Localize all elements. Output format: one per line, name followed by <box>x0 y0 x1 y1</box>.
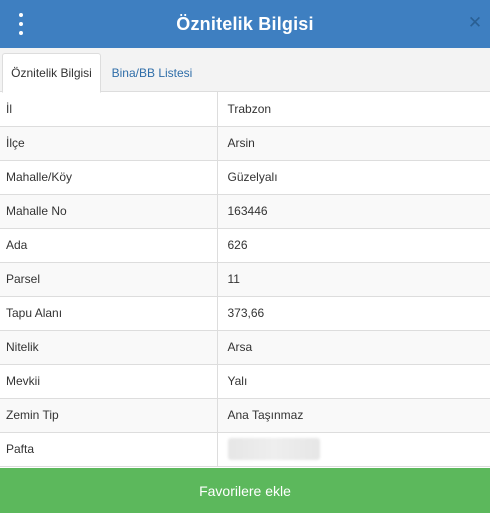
row-label: İl <box>0 92 218 127</box>
table-row: İl Trabzon <box>0 92 490 127</box>
table-row: Mahalle No 163446 <box>0 194 490 229</box>
tab-oznitelik-bilgisi[interactable]: Öznitelik Bilgisi <box>2 53 101 93</box>
tab-bina-bb-listesi[interactable]: Bina/BB Listesi <box>102 53 202 93</box>
row-value: Trabzon <box>217 92 490 127</box>
row-value-redacted <box>217 432 490 467</box>
table-row: Mahalle/Köy Güzelyalı <box>0 160 490 195</box>
close-icon[interactable]: ✕ <box>466 14 484 32</box>
row-value: Ana Taşınmaz <box>217 398 490 433</box>
table-row: Pafta <box>0 432 490 467</box>
row-label: İlçe <box>0 126 218 161</box>
menu-dot <box>19 13 23 17</box>
kebab-menu-icon[interactable] <box>14 13 28 35</box>
row-value: Arsin <box>217 126 490 161</box>
table-row: Parsel 11 <box>0 262 490 297</box>
dialog-title: Öznitelik Bilgisi <box>176 13 314 34</box>
row-value: 11 <box>217 262 490 297</box>
row-value: Güzelyalı <box>217 160 490 195</box>
attribute-table: İl Trabzon İlçe Arsin Mahalle/Köy Güzely… <box>0 92 490 467</box>
table-row: İlçe Arsin <box>0 126 490 161</box>
table-row: Mevkii Yalı <box>0 364 490 399</box>
add-favorites-button[interactable]: Favorilere ekle <box>0 468 490 513</box>
row-label: Mevkii <box>0 364 218 399</box>
row-value: 373,66 <box>217 296 490 331</box>
table-row: Nitelik Arsa <box>0 330 490 365</box>
menu-dot <box>19 31 23 35</box>
row-label: Zemin Tip <box>0 398 218 433</box>
table-row: Tapu Alanı 373,66 <box>0 296 490 331</box>
row-label: Parsel <box>0 262 218 297</box>
dialog-header: Öznitelik Bilgisi ✕ <box>0 0 490 48</box>
row-value: Yalı <box>217 364 490 399</box>
row-label: Mahalle/Köy <box>0 160 218 195</box>
menu-dot <box>19 22 23 26</box>
row-label: Nitelik <box>0 330 218 365</box>
row-value: 163446 <box>217 194 490 229</box>
row-value: Arsa <box>217 330 490 365</box>
row-label: Ada <box>0 228 218 263</box>
row-label: Pafta <box>0 432 218 467</box>
table-row: Ada 626 <box>0 228 490 263</box>
row-value: 626 <box>217 228 490 263</box>
row-label: Tapu Alanı <box>0 296 218 331</box>
table-row: Zemin Tip Ana Taşınmaz <box>0 398 490 433</box>
blurred-value <box>227 438 320 460</box>
row-label: Mahalle No <box>0 194 218 229</box>
tab-bar: Öznitelik Bilgisi Bina/BB Listesi <box>0 48 490 93</box>
